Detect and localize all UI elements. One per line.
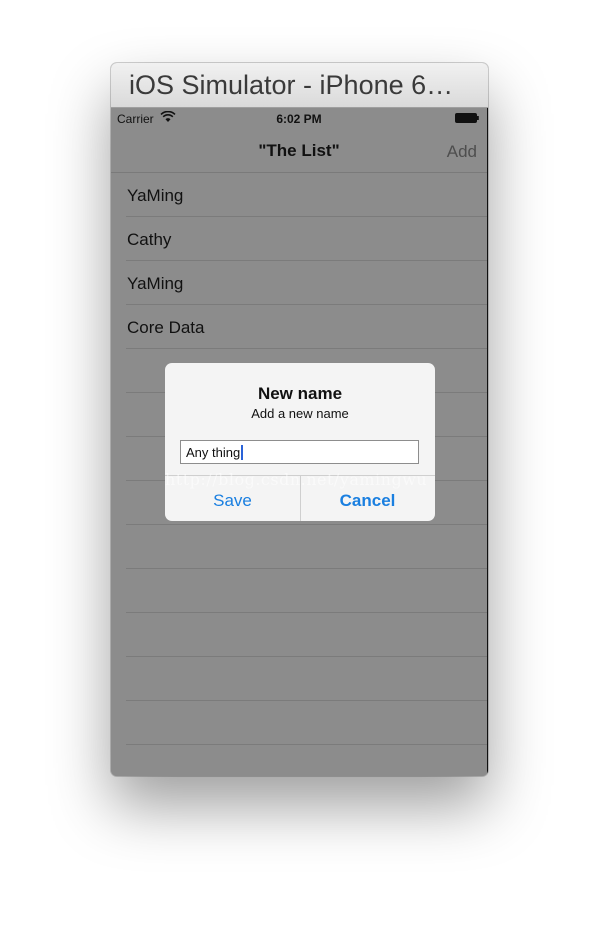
table-row[interactable] <box>126 657 487 701</box>
table-row[interactable] <box>126 745 487 776</box>
table-row[interactable] <box>126 525 487 569</box>
navigation-bar: "The List" Add <box>111 128 487 173</box>
battery-icon <box>455 113 479 123</box>
row-label: YaMing <box>127 186 184 205</box>
nav-title: "The List" <box>258 141 340 160</box>
alert-title: New name <box>257 384 343 403</box>
text-caret <box>241 445 244 460</box>
status-time: 6:02 PM <box>276 112 322 126</box>
alert-message: Add a new name <box>251 406 349 421</box>
table-row[interactable]: Cathy <box>126 217 487 261</box>
add-button[interactable]: Add <box>447 142 477 162</box>
row-label: Core Data <box>127 318 205 337</box>
table-row[interactable] <box>126 701 487 745</box>
row-label: YaMing <box>127 274 184 293</box>
name-input-value: Any thing <box>186 445 241 460</box>
phone-screen: Carrier 6:02 PM "The List" Add YaMing Ca… <box>111 108 488 776</box>
table-row[interactable]: YaMing <box>126 173 487 217</box>
window-title: iOS Simulator - iPhone 6… <box>129 70 454 100</box>
status-bar: Carrier 6:02 PM <box>111 108 487 128</box>
table-row[interactable] <box>126 569 487 613</box>
name-input[interactable]: Any thing <box>180 440 419 464</box>
window-titlebar[interactable]: iOS Simulator - iPhone 6… <box>111 63 488 108</box>
table-row[interactable]: Core Data <box>126 305 487 349</box>
table-row[interactable]: YaMing <box>126 261 487 305</box>
table-row[interactable] <box>126 613 487 657</box>
row-label: Cathy <box>127 230 172 249</box>
watermark: http://blog.csdn.net/yamingwu <box>165 470 428 489</box>
simulator-window: iOS Simulator - iPhone 6… Carrier 6:02 P… <box>111 63 488 776</box>
new-name-alert: New name Add a new name Any thing Save C… <box>165 363 435 521</box>
